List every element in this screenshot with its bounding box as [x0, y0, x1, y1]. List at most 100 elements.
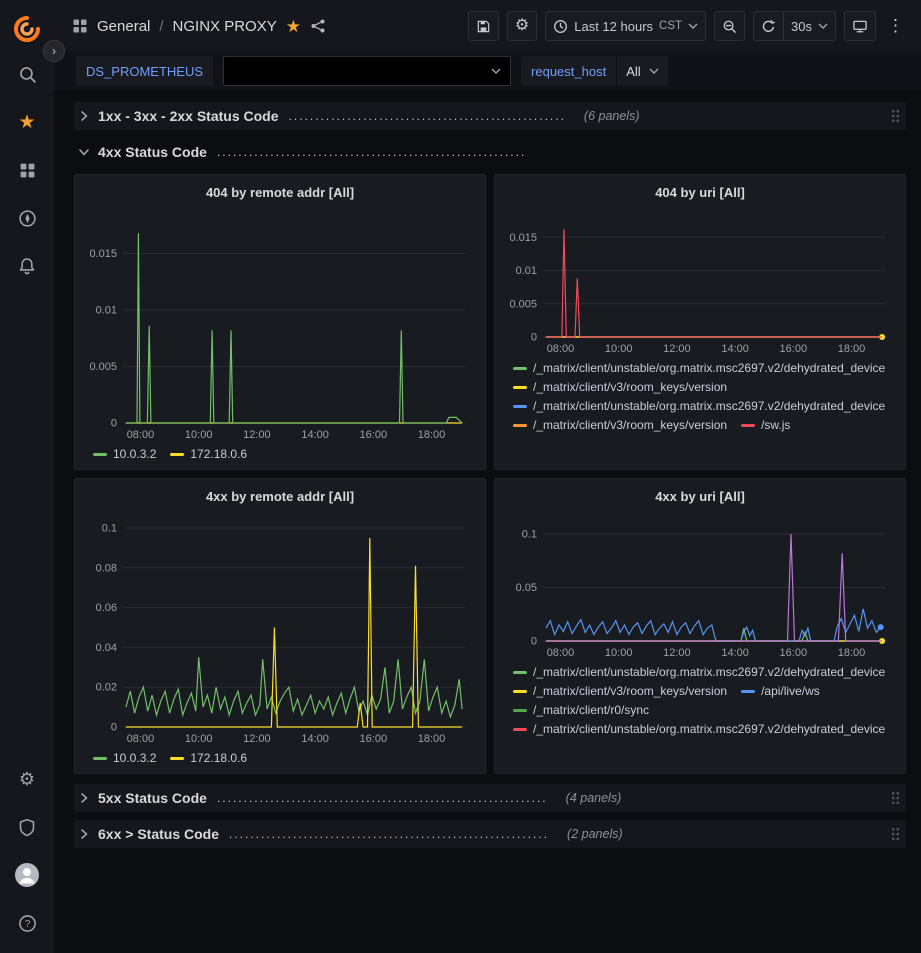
legend-item[interactable]: 10.0.3.2	[93, 751, 156, 765]
timeseries-chart: 00.0050.010.01508:0010:0012:0014:0016:00…	[85, 206, 475, 442]
row-drag-handle[interactable]	[891, 109, 900, 123]
sidebar-item-configuration[interactable]: ⚙	[0, 755, 54, 803]
svg-text:10:00: 10:00	[185, 733, 213, 745]
svg-text:12:00: 12:00	[663, 343, 691, 355]
variable-label-request-host: request_host	[521, 56, 616, 86]
row-drag-handle[interactable]	[891, 827, 900, 841]
panel-title[interactable]: 404 by uri [All]	[505, 180, 895, 206]
dashboard-header: General / NGINX PROXY ★	[54, 0, 921, 52]
legend-item[interactable]: /_matrix/client/r0/sync	[513, 703, 649, 717]
legend-item[interactable]: /sw.js	[741, 418, 790, 432]
sidebar-item-explore[interactable]	[0, 194, 54, 242]
legend-item[interactable]: /_matrix/client/unstable/org.matrix.msc2…	[513, 665, 885, 679]
row-title: 5xx Status Code	[98, 790, 207, 806]
svg-text:0: 0	[531, 332, 537, 344]
row-panel-count: (2 panels)	[567, 827, 623, 841]
row-5xx[interactable]: 5xx Status Code ........................…	[74, 784, 906, 812]
legend-item[interactable]: /_matrix/client/unstable/org.matrix.msc2…	[513, 361, 885, 375]
svg-text:0.015: 0.015	[509, 232, 537, 244]
main-area: General / NGINX PROXY ★	[54, 0, 921, 953]
breadcrumb-title[interactable]: NGINX PROXY	[173, 18, 277, 35]
row-leader-dots: ........................................…	[289, 109, 566, 123]
sidebar-item-alerting[interactable]	[0, 242, 54, 290]
row-drag-handle[interactable]	[891, 791, 900, 805]
legend: /_matrix/client/unstable/org.matrix.msc2…	[505, 356, 895, 434]
sidebar-item-profile[interactable]	[0, 851, 54, 899]
refresh-interval-dropdown[interactable]: 30s	[783, 11, 836, 41]
legend-swatch	[513, 671, 527, 674]
svg-text:12:00: 12:00	[243, 429, 271, 441]
row-4xx[interactable]: 4xx Status Code ........................…	[74, 138, 906, 166]
request-host-value: All	[626, 64, 640, 79]
breadcrumb-section[interactable]: General	[97, 18, 150, 35]
gear-icon: ⚙	[19, 769, 35, 790]
variables-bar: DS_PROMETHEUS request_host All	[54, 52, 921, 90]
chevron-down-icon	[688, 23, 698, 29]
save-dashboard-button[interactable]	[468, 11, 499, 41]
save-icon	[476, 19, 491, 34]
sidebar-item-dashboards[interactable]	[0, 146, 54, 194]
row-panel-count: (6 panels)	[584, 109, 640, 123]
request-host-dropdown[interactable]: All	[617, 56, 667, 86]
svg-text:16:00: 16:00	[780, 647, 808, 659]
legend-swatch	[513, 367, 527, 370]
refresh-button[interactable]	[753, 11, 784, 41]
panel-title[interactable]: 4xx by uri [All]	[505, 484, 895, 510]
legend-swatch	[93, 757, 107, 760]
legend-item[interactable]: /_matrix/client/unstable/org.matrix.msc2…	[513, 399, 885, 413]
sidebar-item-server-admin[interactable]	[0, 803, 54, 851]
legend: 10.0.3.2 172.18.0.6	[85, 746, 475, 767]
zoom-out-button[interactable]	[714, 11, 745, 41]
legend-item[interactable]: 172.18.0.6	[170, 447, 247, 461]
help-icon: ?	[18, 914, 37, 933]
svg-text:16:00: 16:00	[780, 343, 808, 355]
legend-swatch	[513, 709, 527, 712]
zoom-out-icon	[722, 19, 737, 34]
legend-item[interactable]: 10.0.3.2	[93, 447, 156, 461]
refresh-icon	[761, 19, 776, 34]
bell-icon	[18, 257, 36, 276]
panel-title[interactable]: 404 by remote addr [All]	[85, 180, 475, 206]
legend-item[interactable]: /_matrix/client/v3/room_keys/version	[513, 418, 727, 432]
legend-swatch	[170, 453, 184, 456]
datasource-dropdown[interactable]	[223, 56, 511, 86]
sidebar-expand-button[interactable]: ›	[43, 40, 65, 62]
svg-text:0.05: 0.05	[516, 582, 537, 594]
dashboard-settings-button[interactable]: ⚙	[507, 11, 537, 41]
legend-item[interactable]: 172.18.0.6	[170, 751, 247, 765]
legend-item[interactable]: /_matrix/client/v3/room_keys/version	[513, 380, 727, 394]
tv-mode-button[interactable]	[844, 11, 876, 41]
variable-label-ds-prometheus: DS_PROMETHEUS	[76, 56, 213, 86]
breadcrumb: General / NGINX PROXY ★	[72, 18, 326, 35]
kebab-menu-icon[interactable]: ⋮	[884, 16, 907, 36]
svg-text:18:00: 18:00	[418, 429, 446, 441]
share-icon[interactable]	[310, 18, 326, 34]
compass-icon	[18, 209, 37, 228]
legend-label: /_matrix/client/unstable/org.matrix.msc2…	[533, 665, 885, 679]
panel-title[interactable]: 4xx by remote addr [All]	[85, 484, 475, 510]
row-panel-count: (4 panels)	[566, 791, 622, 805]
legend-item[interactable]: /_matrix/client/v3/room_keys/version	[513, 684, 727, 698]
legend-item[interactable]: /_matrix/client/unstable/org.matrix.msc2…	[513, 722, 885, 736]
chevron-down-icon	[491, 68, 501, 74]
search-icon	[18, 65, 37, 84]
row-6xx[interactable]: 6xx > Status Code ......................…	[74, 820, 906, 848]
timezone-label: CST	[659, 20, 682, 32]
sidebar-item-starred[interactable]: ★	[0, 98, 54, 146]
refresh-interval-label: 30s	[791, 19, 812, 34]
legend-label: /_matrix/client/r0/sync	[533, 703, 649, 717]
legend-item[interactable]: /api/live/ws	[741, 684, 820, 698]
favorite-star-icon[interactable]: ★	[286, 18, 301, 35]
row-1xx-3xx-2xx[interactable]: 1xx - 3xx - 2xx Status Code ............…	[74, 102, 906, 130]
row-leader-dots: ........................................…	[217, 791, 548, 805]
grafana-logo-icon	[12, 14, 42, 44]
svg-text:0: 0	[531, 636, 537, 648]
toolbar-actions: ⚙ Last 12 hours CST	[468, 11, 907, 41]
sidebar-item-help[interactable]: ?	[0, 899, 54, 947]
svg-text:12:00: 12:00	[243, 733, 271, 745]
svg-text:10:00: 10:00	[605, 647, 633, 659]
svg-text:0.01: 0.01	[96, 305, 117, 317]
time-range-picker[interactable]: Last 12 hours CST	[545, 11, 706, 41]
row-leader-dots: ........................................…	[217, 145, 526, 159]
legend-label: /api/live/ws	[761, 684, 820, 698]
